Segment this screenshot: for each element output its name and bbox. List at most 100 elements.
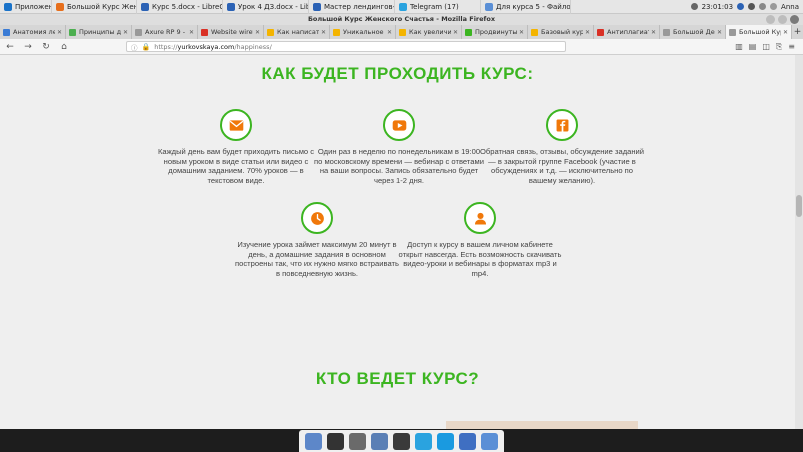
close-tab-icon[interactable]: ✕: [57, 29, 62, 36]
favicon-icon: [3, 28, 10, 36]
browser-tab[interactable]: Большой Курс Ж✕: [726, 25, 792, 39]
close-tab-icon[interactable]: ✕: [255, 29, 260, 36]
search-icon[interactable]: [392, 432, 410, 450]
taskbar-item-label: Мастер лендингов- ви...: [324, 2, 395, 11]
back-icon[interactable]: ←: [4, 42, 16, 52]
terminal-icon[interactable]: [326, 432, 344, 450]
tab-label: Большой Курс Ж: [739, 28, 781, 36]
user-icon: [464, 202, 496, 234]
youtube-icon: [383, 109, 415, 141]
page-content: КАК БУДЕТ ПРОХОДИТЬ КУРС: Каждый день ва…: [0, 55, 795, 429]
scrollbar-thumb[interactable]: [796, 195, 802, 217]
firefox-icon: [56, 2, 64, 11]
close-tab-icon[interactable]: ✕: [387, 29, 392, 36]
browser-tab[interactable]: Продвинутый✕: [462, 25, 528, 39]
browser-tab[interactable]: Как написать ✕: [264, 25, 330, 39]
taskbar-item[interactable]: Урок 4 ДЗ.docx - LibreO...: [223, 0, 309, 14]
screenshot-icon[interactable]: ⎘: [776, 42, 782, 52]
feature-text: Доступ к курсу в вашем личном кабинете о…: [398, 240, 562, 278]
close-tab-icon[interactable]: ✕: [123, 29, 128, 36]
new-tab-button[interactable]: +: [792, 25, 803, 39]
close-tab-icon[interactable]: ✕: [321, 29, 326, 36]
close-tab-icon[interactable]: ✕: [783, 29, 788, 36]
section-title: КАК БУДЕТ ПРОХОДИТЬ КУРС:: [261, 64, 534, 83]
tab-label: Продвинутый: [475, 28, 517, 36]
favicon-icon: [201, 28, 208, 36]
url-path: /happiness/: [234, 42, 272, 51]
bluetooth-icon[interactable]: [737, 3, 745, 10]
taskbar-item[interactable]: Для курса 5 - Файлов...: [481, 0, 571, 14]
menu-icon[interactable]: ≡: [788, 42, 795, 52]
author-photo: [446, 421, 638, 429]
close-tab-icon[interactable]: ✕: [453, 29, 458, 36]
taskbar-item[interactable]: Приложения: [0, 0, 52, 14]
file-manager-icon[interactable]: [348, 432, 366, 450]
favicon-icon: [267, 28, 274, 36]
page-scrollbar[interactable]: [795, 55, 803, 429]
tab-label: Website wirefr: [211, 28, 253, 36]
feature-time: Изучение урока займет максимум 20 минут …: [232, 202, 402, 278]
taskbar-item-label: Большой Курс Женско...: [67, 2, 136, 11]
reload-icon[interactable]: ↻: [40, 42, 52, 52]
close-tab-icon[interactable]: ✕: [717, 29, 722, 36]
browser-tab[interactable]: Антиплагиат ✕: [594, 25, 660, 39]
window-title: Большой Курс Женского Счастья - Mozilla …: [307, 15, 496, 23]
tab-label: Антиплагиат: [607, 28, 649, 36]
favicon-icon: [69, 28, 76, 36]
feature-text: Один раз в неделю по понедельникам в 19:…: [314, 147, 484, 185]
info-icon[interactable]: ⓘ: [131, 42, 138, 52]
minimize-icon[interactable]: [766, 15, 775, 24]
pocket-icon[interactable]: ◫: [762, 42, 770, 52]
volume-icon[interactable]: [690, 3, 698, 10]
feature-text: Изучение урока займет максимум 20 минут …: [235, 240, 399, 278]
taskbar-item[interactable]: Telegram (17): [395, 0, 481, 14]
favicon-icon: [135, 28, 142, 36]
lock-icon: 🔒: [141, 42, 151, 51]
folder-icon: [485, 2, 493, 11]
browser-tab[interactable]: Базовый курс ди✕: [528, 25, 594, 39]
taskbar-item[interactable]: Большой Курс Женско...: [52, 0, 137, 14]
clock: 23:01:03: [701, 2, 734, 11]
home-icon[interactable]: ⌂: [58, 42, 70, 52]
folder-icon[interactable]: [481, 432, 499, 450]
close-tab-icon[interactable]: ✕: [651, 29, 656, 36]
notification-icon[interactable]: [759, 3, 767, 10]
library-icon[interactable]: ▥: [735, 42, 743, 52]
close-tab-icon[interactable]: ✕: [585, 29, 590, 36]
power-icon[interactable]: [770, 3, 778, 10]
skype-icon[interactable]: [437, 432, 455, 450]
close-window-icon[interactable]: [790, 15, 799, 24]
network-icon[interactable]: [748, 3, 756, 10]
browser-tab[interactable]: Website wirefr ✕: [198, 25, 264, 39]
tab-label: Как написать: [277, 28, 319, 36]
feature-access: Доступ к курсу в вашем личном кабинете о…: [395, 202, 565, 278]
browser-tab[interactable]: Axure RP 9 - P ✕: [132, 25, 198, 39]
close-tab-icon[interactable]: ✕: [189, 29, 194, 36]
browser-tab[interactable]: Принципы ди ✕: [66, 25, 132, 39]
tab-label: Уникальное т: [343, 28, 385, 36]
telegram-icon[interactable]: [415, 432, 433, 450]
nav-tools: ▥ ▤ ◫ ⎘ ≡: [735, 42, 803, 52]
browser-globe-icon[interactable]: [370, 432, 388, 450]
browser-tabbar: Анатомия лен✕Принципы ди✕Axure RP 9 - P✕…: [0, 25, 803, 39]
close-tab-icon[interactable]: ✕: [519, 29, 524, 36]
feature-feedback: Обратная связь, отзывы, обсуждение задан…: [477, 109, 647, 185]
maximize-icon[interactable]: [778, 15, 787, 24]
document-icon[interactable]: [459, 432, 477, 450]
browser-tab[interactable]: Как увеличит ✕: [396, 25, 462, 39]
app-dock: [299, 430, 504, 452]
browser-tab[interactable]: Уникальное т ✕: [330, 25, 396, 39]
forward-icon[interactable]: →: [22, 42, 34, 52]
taskbar-item[interactable]: Курс 5.docx - LibreOffic...: [137, 0, 223, 14]
browser-tab[interactable]: Большой Денег✕: [660, 25, 726, 39]
taskbar-item-label: Для курса 5 - Файлов...: [496, 2, 571, 11]
taskbar-item[interactable]: Мастер лендингов- ви...: [309, 0, 395, 14]
browser-tab[interactable]: Анатомия лен✕: [0, 25, 66, 39]
files-icon[interactable]: [304, 432, 322, 450]
feature-text: Обратная связь, отзывы, обсуждение задан…: [479, 147, 645, 185]
favicon-icon: [531, 28, 538, 36]
window-controls: [766, 15, 799, 24]
url-bar[interactable]: ⓘ 🔒 https://yurkovskaya.com/happiness/: [126, 41, 566, 52]
taskbar-item-label: Урок 4 ДЗ.docx - LibreO...: [238, 2, 308, 11]
sidebar-icon[interactable]: ▤: [749, 42, 757, 52]
